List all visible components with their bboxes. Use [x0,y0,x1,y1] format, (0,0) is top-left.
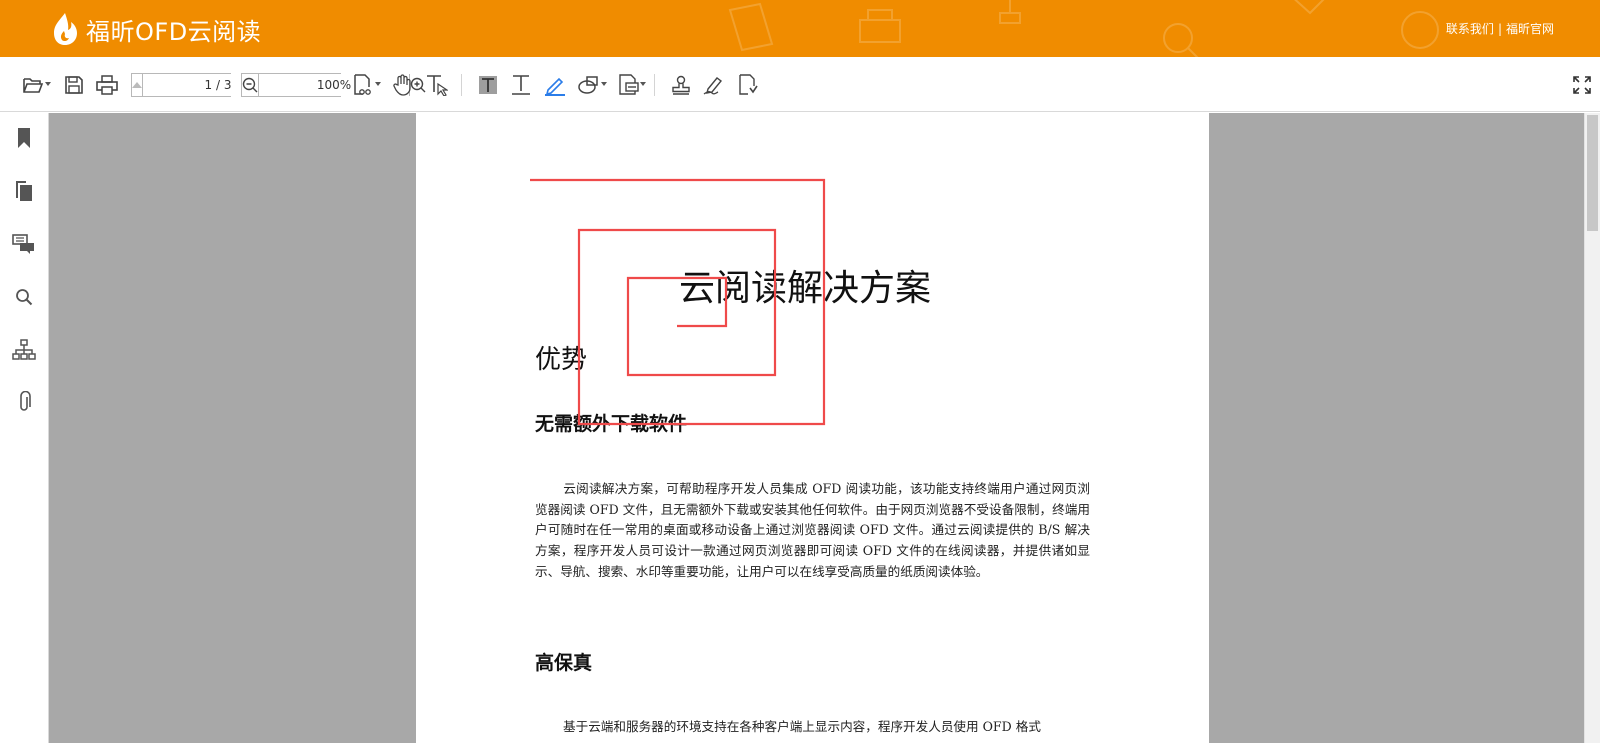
document-title: 云阅读解决方案 [679,268,932,309]
paragraph-no-download: 云阅读解决方案，可帮助程序开发人员集成 OFD 阅读功能，该功能支持终端用户通过… [535,479,1090,583]
folder-open-icon [23,78,44,93]
paragraph-text: 云阅读解决方案，可帮助程序开发人员集成 OFD 阅读功能，该功能支持终端用户通过… [535,481,1090,579]
toolbar-divider [654,74,655,96]
bookmark-icon [18,128,30,148]
page-view-mode-button[interactable] [349,71,381,99]
sidebar-item-attachments[interactable] [11,389,37,415]
comments-icon [12,234,34,254]
app-header: 福昕OFD云阅读 联系我们 | 福昕官网 [0,0,1600,57]
fullscreen-expand-icon [1573,76,1591,94]
text-select-icon [427,75,448,96]
brand[interactable]: 福昕OFD云阅读 [50,9,261,49]
foxit-site-link[interactable]: 福昕官网 [1506,22,1554,36]
sidebar-item-search[interactable] [11,284,37,310]
hand-icon [393,74,411,96]
seal-stamp-icon [672,75,690,95]
left-sidebar [0,113,49,743]
heading-no-download: 无需额外下载软件 [535,413,688,435]
vertical-scrollbar[interactable] [1584,113,1600,743]
underline-text-button[interactable] [507,71,535,99]
chevron-up-icon [132,82,142,88]
search-icon [16,289,33,306]
pen-tool-button[interactable] [541,71,569,99]
signature-button[interactable] [700,71,728,99]
document-stamp-icon [619,74,639,95]
zoom-out-button[interactable] [242,74,259,96]
document-page: 云阅读解决方案 优势 无需额外下载软件 云阅读解决方案，可帮助程序开发人员集成 … [416,113,1209,743]
print-button[interactable] [93,71,121,99]
contact-link[interactable]: 联系我们 [1446,22,1494,36]
signature-pen-icon [703,77,723,95]
scrollbar-thumb[interactable] [1587,115,1598,231]
pen-icon [545,77,565,96]
stamp-menu-button[interactable] [614,71,646,99]
highlight-text-button[interactable] [474,71,502,99]
toolbar-divider [461,74,462,96]
chevron-down-icon [640,82,646,86]
paragraph-high-fidelity: 基于云端和服务器的环境支持在各种客户端上显示内容，程序开发人员使用 OFD 格式 [535,717,1090,738]
link-separator: | [1497,22,1502,36]
seal-button[interactable] [667,71,695,99]
heading-high-fidelity: 高保真 [535,652,593,674]
open-file-button[interactable] [19,71,51,99]
page-navigator [131,73,304,97]
highlight-text-icon [479,76,497,94]
heading-advantages: 优势 [535,345,588,375]
foxit-flame-logo-icon [54,13,77,45]
page-view-icon [354,74,371,95]
zoom-input[interactable] [259,74,409,96]
sidebar-item-bookmarks[interactable] [11,125,37,151]
sidebar-item-comments[interactable] [11,231,37,257]
chevron-down-icon [375,82,381,86]
header-links: 联系我们 | 福昕官网 [1446,20,1554,37]
toolbar [0,57,1600,112]
hand-tool-button[interactable] [389,71,417,99]
zoom-control [241,73,426,97]
shapes-icon [578,76,598,94]
sidebar-item-outline[interactable] [11,337,37,363]
sitemap-icon [12,339,36,360]
paragraph-text: 基于云端和服务器的环境支持在各种客户端上显示内容，程序开发人员使用 OFD 格式 [563,719,1041,734]
prev-page-button[interactable] [132,74,143,96]
document-verify-icon [739,74,758,95]
document-viewer[interactable]: 云阅读解决方案 优势 无需额外下载软件 云阅读解决方案，可帮助程序开发人员集成 … [49,113,1584,743]
save-icon [65,76,83,94]
fullscreen-button[interactable] [1568,71,1596,99]
sidebar-item-thumbnails[interactable] [11,178,37,204]
chevron-down-icon [45,82,51,86]
shape-tool-button[interactable] [575,71,607,99]
select-text-button[interactable] [423,71,451,99]
paperclip-icon [20,391,31,411]
pages-icon [16,181,32,201]
text-underline-icon [512,75,530,95]
printer-icon [96,75,118,95]
save-button[interactable] [60,71,88,99]
chevron-down-icon [601,82,607,86]
zoom-out-icon [242,77,258,93]
brand-name: 福昕OFD云阅读 [86,17,262,46]
verify-signature-button[interactable] [734,71,762,99]
